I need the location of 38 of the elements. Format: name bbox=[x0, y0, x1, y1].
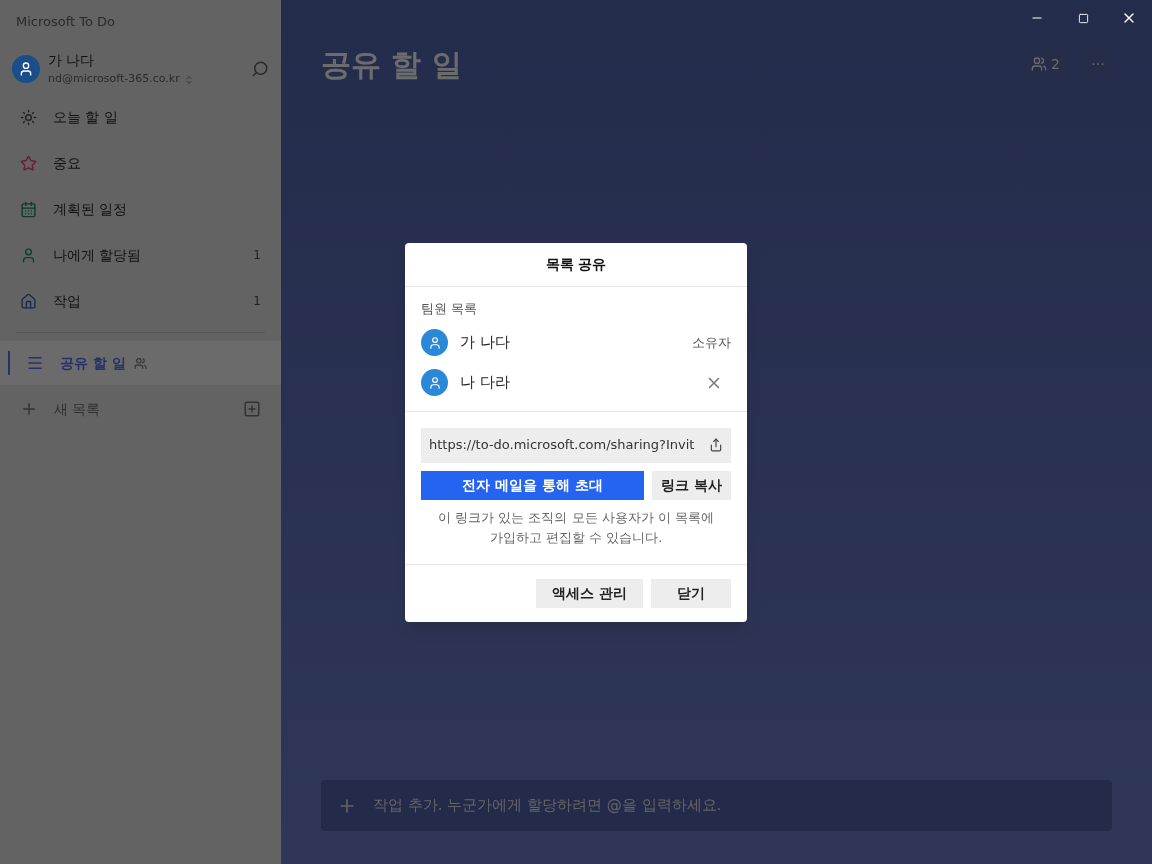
invite-button[interactable]: 전자 메일을 통해 초대 bbox=[421, 470, 644, 500]
nav-item[interactable]: 나에게 할당됨 1 bbox=[0, 232, 281, 278]
maximize-icon[interactable] bbox=[1077, 12, 1089, 24]
share-members-button[interactable]: 2 bbox=[1023, 50, 1068, 78]
nav-item[interactable]: 계획된 일정 bbox=[0, 186, 281, 232]
home-icon bbox=[20, 292, 37, 310]
copy-link-button[interactable]: 링크 복사 bbox=[652, 470, 731, 500]
dialog-button[interactable]: 액세스 관리 bbox=[536, 578, 643, 608]
account-email: nd@microsoft-365.co.kr bbox=[48, 71, 180, 88]
sun-icon bbox=[20, 108, 37, 126]
link-field[interactable]: https://to-do.microsoft.com/sharing?Invit bbox=[421, 427, 731, 463]
share-note: 이 링크가 있는 조직의 모든 사용자가 이 목록에 가입하고 편집할 수 있습니다. bbox=[437, 508, 715, 547]
dialog-title: 목록 공유 bbox=[405, 243, 747, 287]
share-icon[interactable] bbox=[709, 438, 723, 452]
list-title: 공유 할 일 bbox=[321, 45, 463, 84]
window-title: Microsoft To Do bbox=[15, 13, 117, 31]
more-button[interactable]: ··· bbox=[1084, 50, 1112, 78]
avatar bbox=[421, 369, 448, 396]
avatar bbox=[12, 55, 40, 83]
nav-item[interactable]: 오늘 할 일 bbox=[0, 94, 281, 140]
person-icon bbox=[20, 246, 37, 264]
add-task-placeholder: 작업 추가. 누군가에게 할당하려면 @을 입력하세요. bbox=[373, 795, 722, 817]
account-name: 가 나다 bbox=[48, 51, 96, 71]
member-name: 가 나다 bbox=[460, 332, 511, 354]
dialog-button[interactable]: 닫기 bbox=[651, 578, 731, 608]
nav-item[interactable]: 작업 1 bbox=[0, 278, 281, 324]
people-icon bbox=[1031, 56, 1048, 72]
list-item[interactable]: 공유 할 일 bbox=[0, 341, 281, 385]
list-icon bbox=[26, 354, 44, 372]
add-task-bar[interactable]: 작업 추가. 누군가에게 할당하려면 @을 입력하세요. bbox=[321, 780, 1112, 831]
members-heading: 팀원 목록 bbox=[421, 300, 479, 318]
member-name: 나 다라 bbox=[460, 372, 511, 394]
calendar-icon bbox=[20, 200, 37, 218]
avatar bbox=[421, 329, 448, 356]
star-icon bbox=[20, 154, 37, 172]
nav-item[interactable]: 중요 bbox=[0, 140, 281, 186]
search-icon[interactable] bbox=[251, 60, 269, 78]
owner-label: 소유자 bbox=[692, 333, 731, 352]
